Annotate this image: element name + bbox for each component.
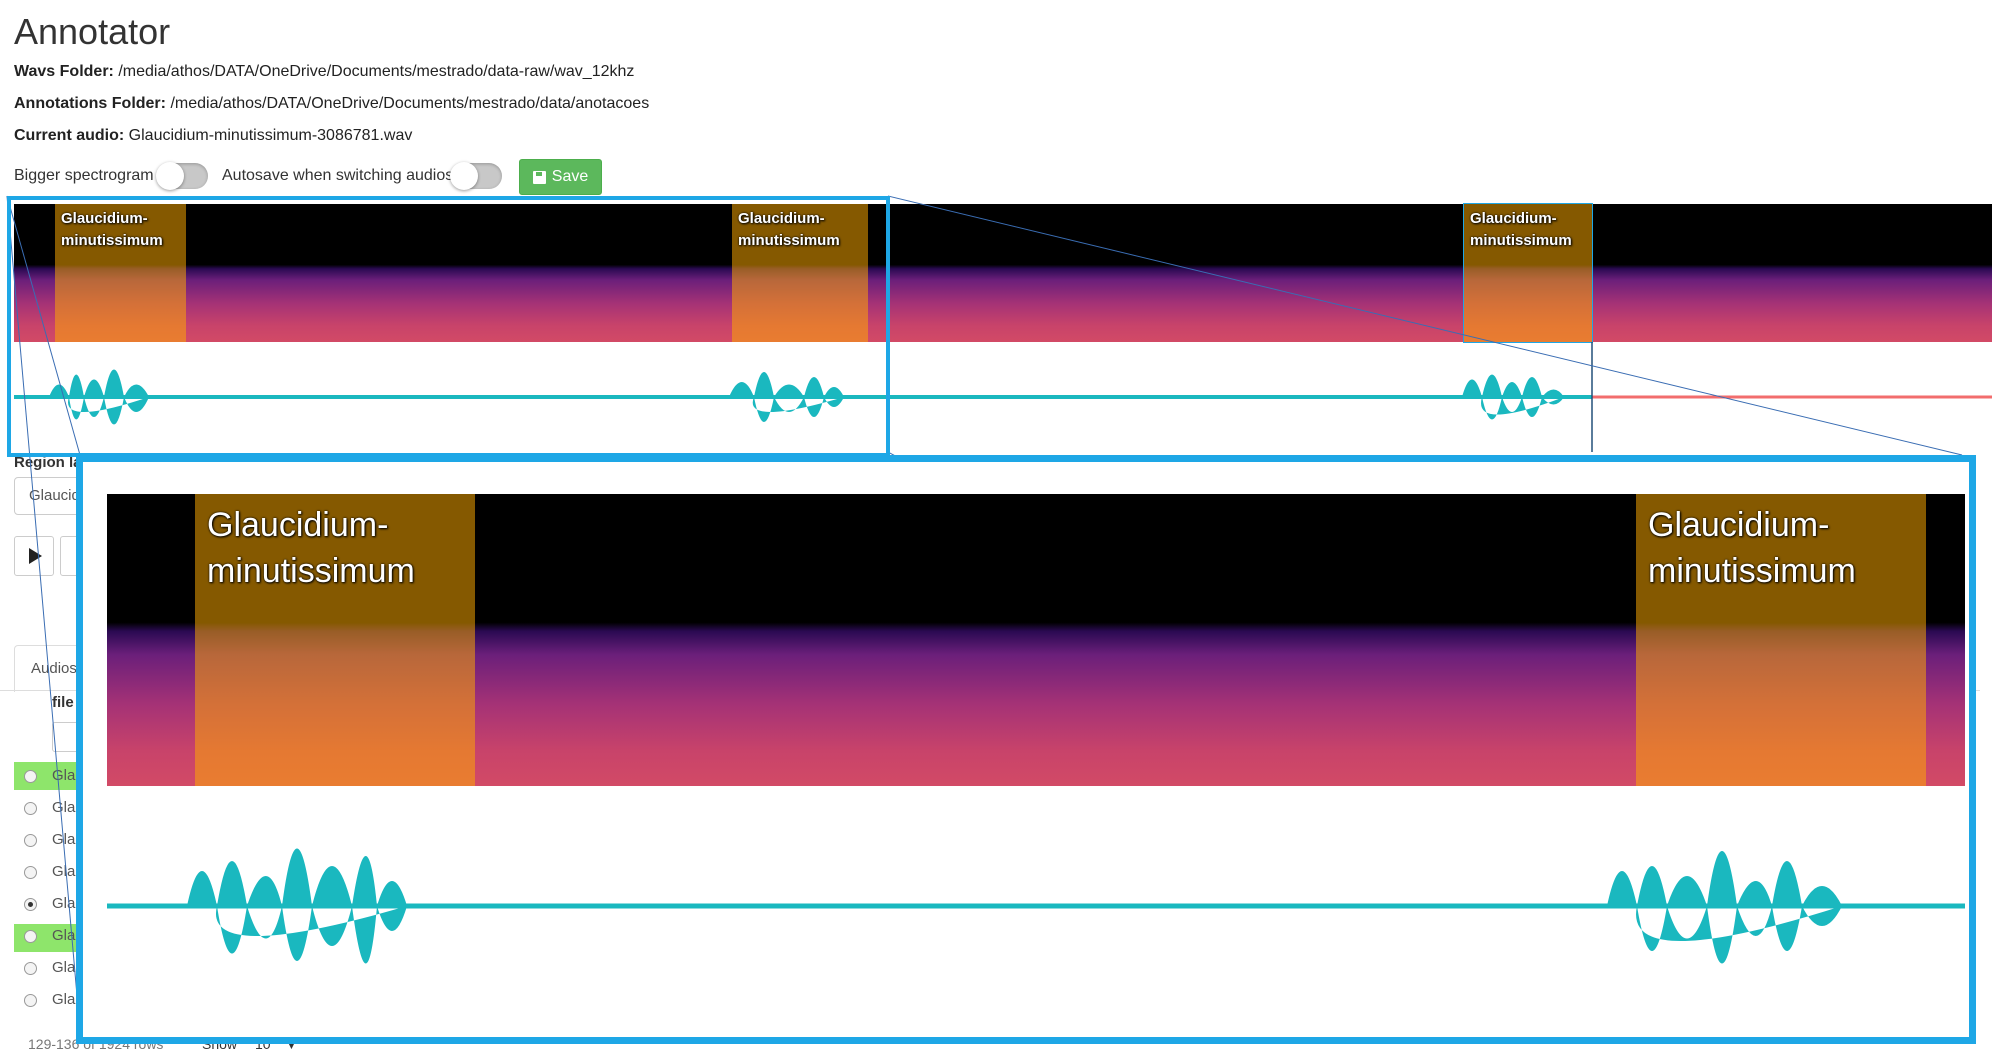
region-label-line1: Glaucidium- xyxy=(207,506,389,544)
zoomed-annotation-region: Glaucidium- minutissimum xyxy=(195,494,475,786)
region-label-line1: Glaucidium- xyxy=(1648,506,1830,544)
region-label-line2: minutissimum xyxy=(1648,552,1856,590)
zoomed-annotation-region: Glaucidium- minutissimum xyxy=(1636,494,1926,786)
zoom-inset: Glaucidium- minutissimum Glaucidium- min… xyxy=(76,455,1976,1044)
zoomed-waveform xyxy=(107,848,1965,964)
zoom-source-rect xyxy=(7,196,890,457)
region-label-line2: minutissimum xyxy=(207,552,415,590)
